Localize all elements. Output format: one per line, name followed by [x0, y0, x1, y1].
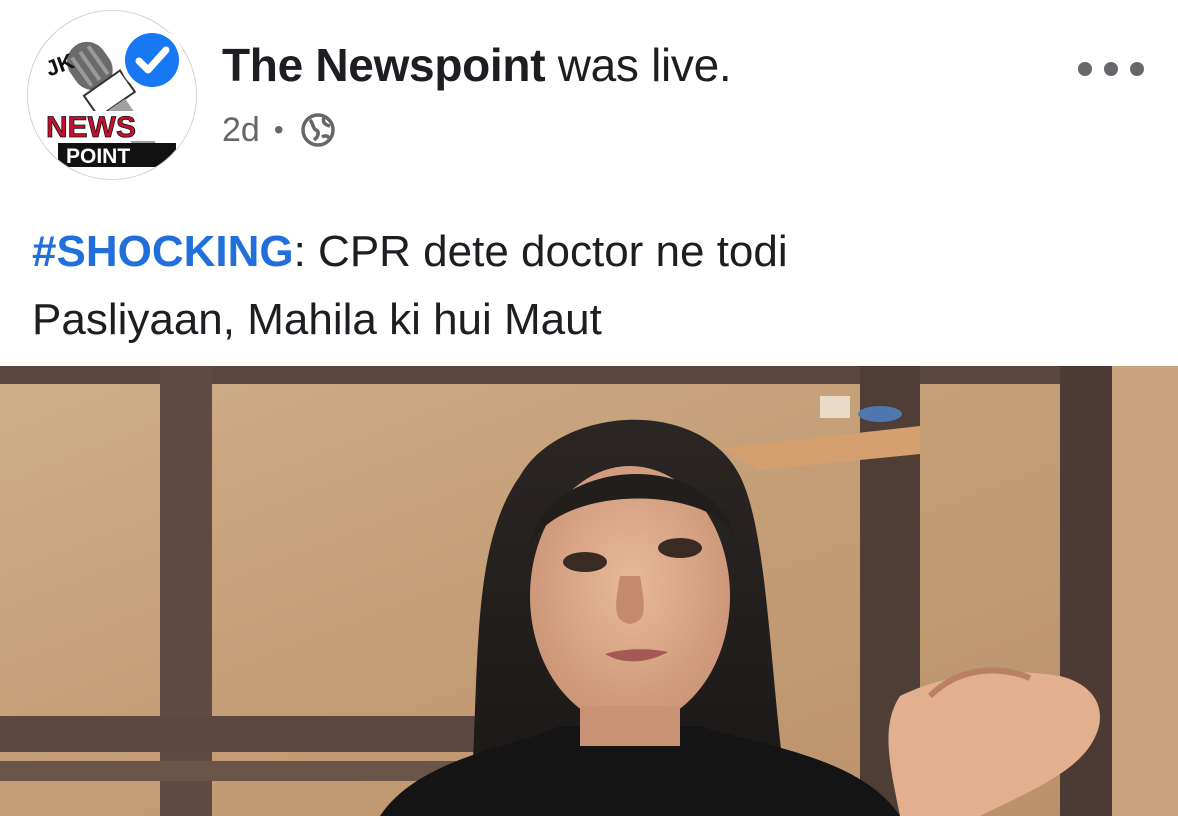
live-status-text: was live.: [545, 39, 732, 91]
verified-badge: [120, 28, 184, 92]
verified-check-icon: [125, 33, 179, 87]
meta-separator: •: [273, 114, 284, 145]
caption-line-1: #SHOCKING: CPR dete doctor ne todi: [32, 218, 1152, 286]
video-frame-image: [0, 366, 1178, 816]
more-options-dot: [1130, 62, 1144, 76]
hashtag-link[interactable]: #SHOCKING: [32, 227, 294, 276]
caption-line-2: Pasliyaan, Mahila ki hui Maut: [32, 295, 602, 344]
more-options-dot: [1104, 62, 1118, 76]
post-author-line: The Newspoint was live.: [222, 38, 732, 92]
more-options-button[interactable]: [1078, 54, 1144, 84]
caption-text: : CPR dete doctor ne todi: [293, 227, 788, 276]
post-timestamp[interactable]: 2d: [222, 111, 260, 150]
live-video-thumbnail[interactable]: [0, 366, 1178, 816]
post-caption: #SHOCKING: CPR dete doctor ne todi Pasli…: [32, 218, 1152, 354]
author-name-link[interactable]: The Newspoint: [222, 39, 546, 91]
more-options-dot: [1078, 62, 1092, 76]
post-meta: 2d •: [222, 110, 338, 150]
svg-text:POINT: POINT: [66, 145, 130, 168]
globe-icon: [300, 113, 335, 147]
post-header: JK NEWS POINT The Newspoint was live. 2d…: [0, 0, 1178, 200]
svg-text:NEWS: NEWS: [46, 111, 136, 144]
